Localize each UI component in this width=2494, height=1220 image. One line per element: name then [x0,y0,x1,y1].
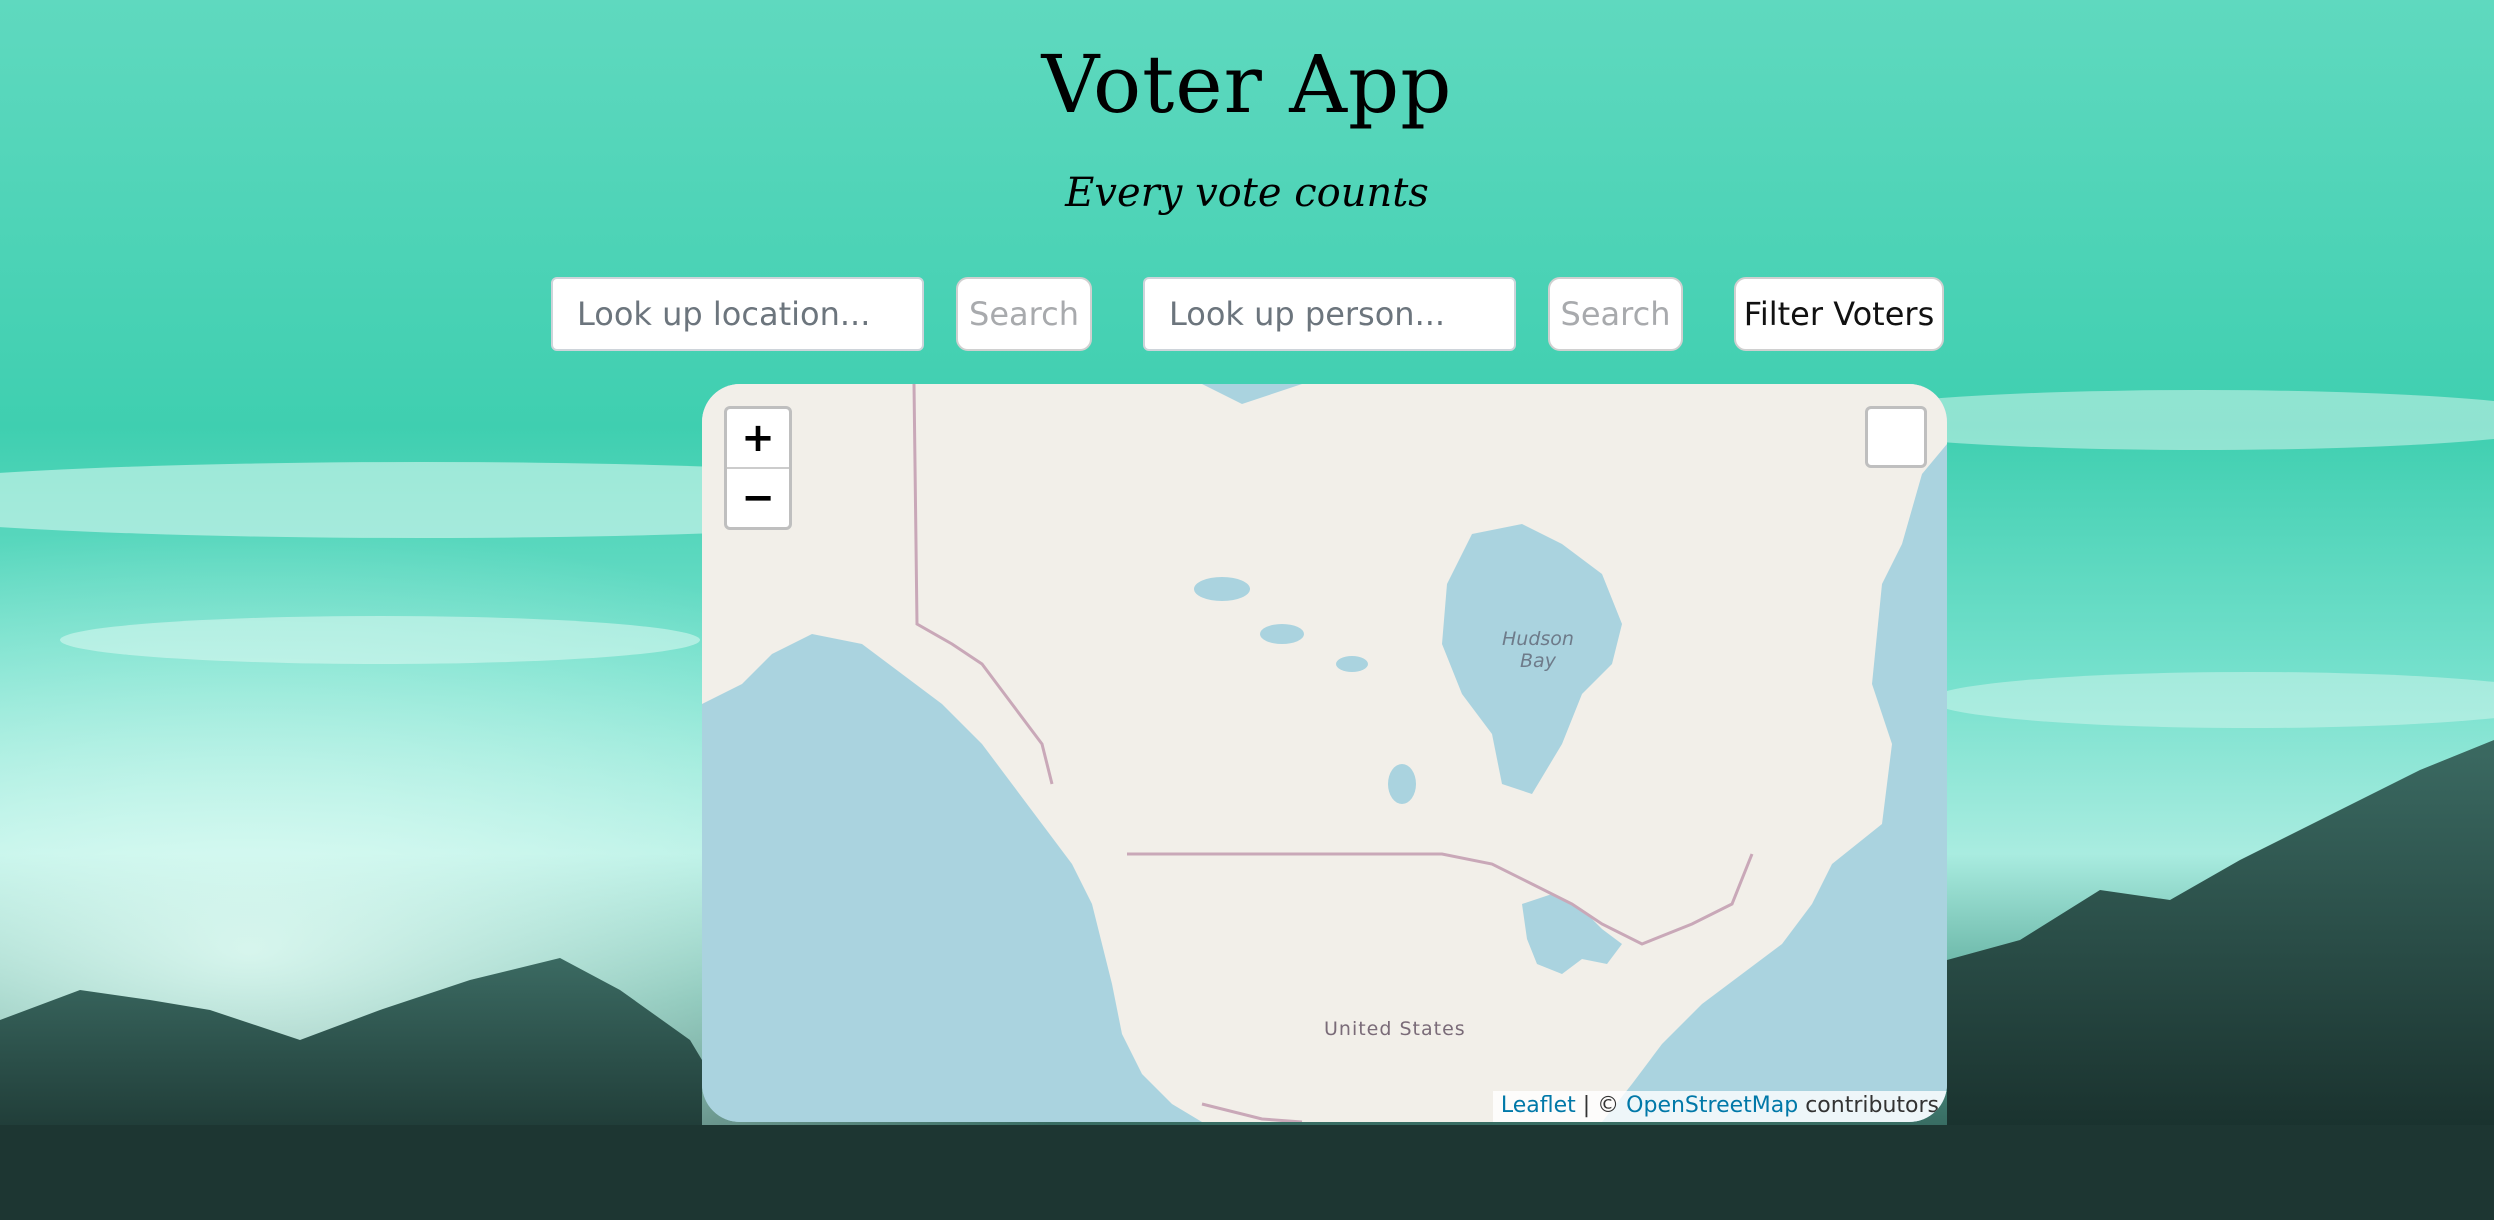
map-tiles [702,384,1947,1122]
location-search-button[interactable]: Search [956,277,1092,351]
hudson-bay-label: Hudson Bay [1502,628,1574,672]
zoom-in-button[interactable]: + [727,409,789,467]
united-states-label: United States [1324,1018,1466,1040]
map-attribution: Leaflet | © OpenStreetMap contributors [1492,1091,1947,1122]
leaflet-link[interactable]: Leaflet [1501,1093,1576,1118]
attribution-contributors: contributors [1798,1093,1939,1118]
attribution-separator: | © [1575,1093,1627,1118]
person-search-input[interactable] [1143,277,1516,351]
person-search-button[interactable]: Search [1548,277,1683,351]
map-view[interactable]: + − Hudson Bay United States Leaflet | ©… [702,384,1947,1122]
zoom-control: + − [724,406,792,530]
layer-control[interactable] [1865,406,1927,468]
page-title: Voter App [1041,38,1453,131]
page-subtitle: Every vote counts [1065,170,1429,216]
openstreetmap-link[interactable]: OpenStreetMap [1626,1093,1798,1118]
zoom-out-button[interactable]: − [727,467,789,527]
location-search-input[interactable] [551,277,924,351]
filter-voters-button[interactable]: Filter Voters [1734,277,1944,351]
